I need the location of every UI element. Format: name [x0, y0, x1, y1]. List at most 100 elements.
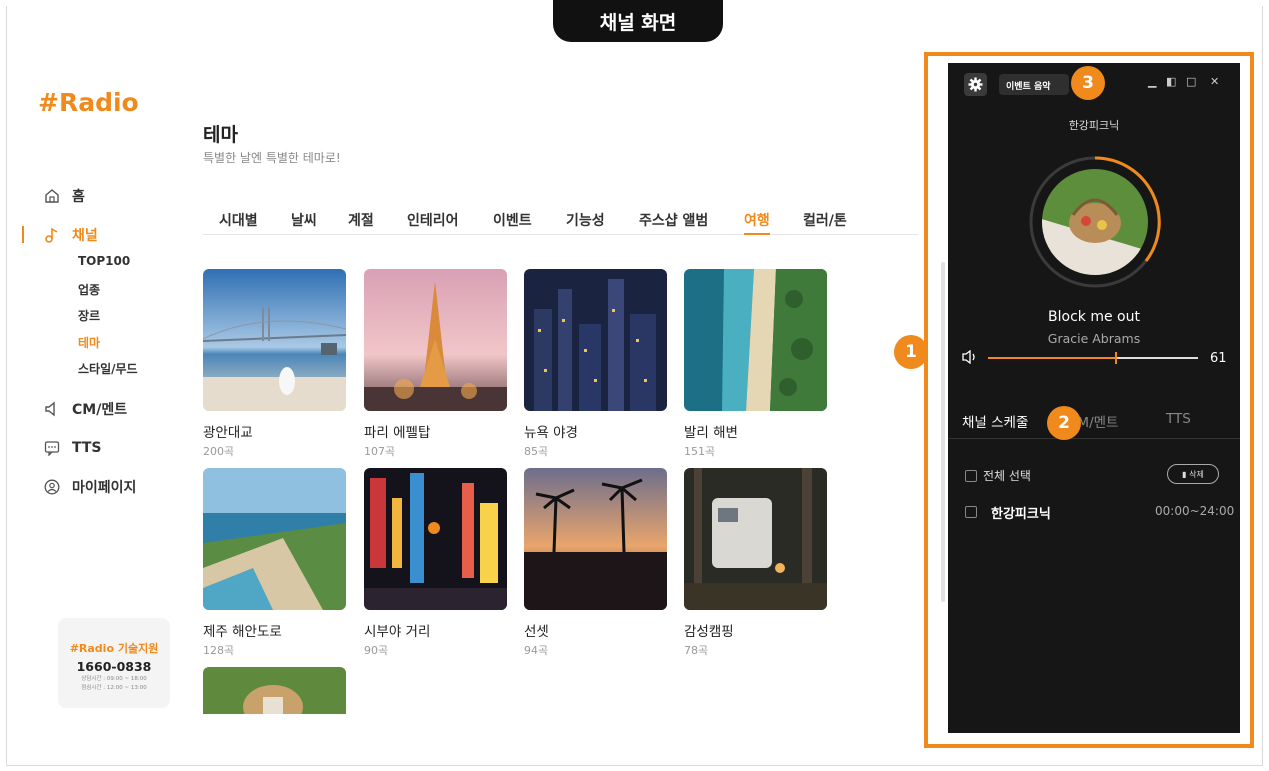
select-all-checkbox[interactable]: 전체 선택	[965, 467, 1031, 484]
delete-button[interactable]: ▮ 삭제	[1167, 464, 1219, 484]
thumbnail	[684, 269, 827, 411]
trash-icon: ▮	[1182, 470, 1187, 479]
theme-card-shibuya-street[interactable]: 시부야 거리 90곡	[364, 468, 507, 658]
sidebar-item-mypage[interactable]: 마이페이지	[22, 477, 192, 497]
thumbnail	[524, 468, 667, 610]
theme-card-partial[interactable]	[203, 667, 346, 714]
thumbnail	[684, 468, 827, 610]
subnav-item-industry[interactable]: 업종	[78, 281, 192, 308]
card-count: 107곡	[364, 445, 396, 458]
tab-interior[interactable]: 인테리어	[407, 210, 459, 235]
support-lunch-hours: 점심시간 : 12:00 ~ 13:00	[81, 685, 147, 691]
support-phone: 1660-0838	[76, 659, 152, 674]
checkbox[interactable]	[965, 469, 977, 482]
volume-slider-handle[interactable]	[1115, 352, 1117, 364]
schedule-row[interactable]: 한강피크닉 00:00~24:00	[965, 503, 1235, 522]
current-channel-name: 한강피크닉	[1068, 119, 1120, 132]
card-title: 선셋	[524, 624, 549, 640]
category-tabs: 시대별 날씨 계절 인테리어 이벤트 기능성 주스샵 앨범 여행 컬러/톤	[203, 210, 918, 235]
card-count: 90곡	[364, 644, 389, 657]
thumbnail	[524, 269, 667, 411]
minimize-icon[interactable]: ▁	[1148, 75, 1156, 88]
select-all-label: 전체 선택	[983, 469, 1031, 483]
card-title: 파리 에펠탑	[364, 425, 431, 441]
speaker-icon	[45, 401, 55, 416]
music-note-icon	[45, 227, 58, 243]
event-music-button[interactable]: 이벤트 음악	[999, 74, 1069, 95]
support-title: #Radio 기술지원	[69, 642, 159, 655]
sidebar-item-channel[interactable]: 채널	[22, 225, 192, 245]
chat-icon	[44, 440, 60, 456]
subnav-item-style-mood[interactable]: 스타일/무드	[78, 360, 192, 387]
sidebar-item-home[interactable]: 홈	[22, 186, 192, 206]
theme-card-sunset[interactable]: 선셋 94곡	[524, 468, 667, 658]
maximize-icon[interactable]: □	[1186, 75, 1196, 88]
subnav-item-theme[interactable]: 테마	[78, 334, 192, 361]
delete-label: 삭제	[1189, 470, 1204, 479]
thumbnail	[364, 269, 507, 411]
card-count: 85곡	[524, 445, 549, 458]
theme-card-camping[interactable]: 감성캠핑 78곡	[684, 468, 827, 658]
sidebar-item-label: TTS	[72, 439, 102, 456]
logo[interactable]: #Radio	[38, 88, 139, 117]
sidebar-item-label: CM/멘트	[72, 401, 128, 418]
thumbnail	[203, 468, 346, 610]
support-box: #Radio 기술지원 1660-0838 상담시간 : 09:00 ~ 18:…	[58, 618, 170, 708]
close-icon[interactable]: ✕	[1210, 75, 1219, 88]
tab-color-tone[interactable]: 컬러/톤	[803, 210, 847, 235]
page-subtitle: 특별한 날엔 특별한 테마로!	[203, 151, 341, 165]
subnav-item-top100[interactable]: TOP100	[78, 254, 192, 281]
tab-channel-schedule[interactable]: 채널 스케줄	[962, 411, 1028, 431]
tab-event[interactable]: 이벤트	[493, 210, 532, 235]
sidebar-item-cm[interactable]: CM/멘트	[22, 399, 192, 419]
theme-card-paris-eiffel[interactable]: 파리 에펠탑 107곡	[364, 269, 507, 459]
thumbnail	[203, 667, 346, 714]
user-icon	[44, 479, 60, 494]
schedule-name: 한강피크닉	[991, 507, 1051, 522]
card-title: 시부야 거리	[364, 624, 431, 640]
card-title: 광안대교	[203, 425, 253, 441]
song-title: Block me out	[1048, 309, 1140, 325]
annotation-badge-3: 3	[1071, 66, 1105, 100]
theme-card-newyork-night[interactable]: 뉴욕 야경 85곡	[524, 269, 667, 459]
theme-card-jeju-coast[interactable]: 제주 해안도로 128곡	[203, 468, 346, 658]
checkbox[interactable]	[965, 506, 977, 518]
home-icon	[45, 189, 59, 203]
volume-icon[interactable]	[962, 350, 982, 364]
sidebar-subnav: TOP100 업종 장르 테마 스타일/무드	[22, 254, 192, 387]
settings-button[interactable]	[964, 73, 987, 96]
volume-slider[interactable]	[988, 352, 1198, 364]
thumbnail	[364, 468, 507, 610]
support-hours: 상담시간 : 09:00 ~ 18:00	[81, 676, 147, 682]
schedule-time: 00:00~24:00	[1155, 504, 1235, 518]
tab-travel[interactable]: 여행	[744, 210, 770, 235]
sidebar-item-label: 채널	[72, 228, 98, 244]
card-title: 뉴욕 야경	[524, 425, 578, 441]
tab-era[interactable]: 시대별	[219, 210, 258, 235]
player-panel: 이벤트 음악 ▁ ◧ □ ✕ 한강피크닉 Block me out Gracie…	[948, 63, 1240, 733]
sidebar-item-label: 마이페이지	[72, 479, 137, 496]
tab-weather[interactable]: 날씨	[291, 210, 317, 235]
theme-card-gwangan-bridge[interactable]: 광안대교 200곡	[203, 269, 346, 459]
mini-mode-icon[interactable]: ◧	[1166, 75, 1176, 88]
sidebar-item-label: 홈	[72, 189, 85, 205]
screen-title: 채널 화면	[553, 0, 723, 42]
volume-slider-fill	[988, 357, 1116, 359]
song-artist: Gracie Abrams	[1047, 331, 1141, 346]
sidebar-item-tts[interactable]: TTS	[22, 438, 192, 458]
subnav-item-genre[interactable]: 장르	[78, 307, 192, 334]
tab-function[interactable]: 기능성	[566, 210, 605, 235]
gear-icon	[968, 77, 983, 92]
card-count: 94곡	[524, 644, 549, 657]
theme-card-bali-beach[interactable]: 발리 해변 151곡	[684, 269, 827, 459]
card-count: 78곡	[684, 644, 709, 657]
annotation-badge-2: 2	[1047, 406, 1081, 440]
card-count: 128곡	[203, 644, 235, 657]
sidebar-nav: 홈 채널 TOP100 업종 장르 테마 스타일/무드 CM/멘트 TTS 마이…	[22, 186, 192, 516]
tab-juiceshop-album[interactable]: 주스샵 앨범	[639, 210, 708, 235]
thumbnail	[203, 269, 346, 411]
tab-season[interactable]: 계절	[348, 210, 374, 235]
tab-tts[interactable]: TTS	[1166, 411, 1191, 427]
card-title: 발리 해변	[684, 425, 738, 441]
player-tabs: 채널 스케줄 CM/멘트 TTS	[948, 403, 1240, 439]
